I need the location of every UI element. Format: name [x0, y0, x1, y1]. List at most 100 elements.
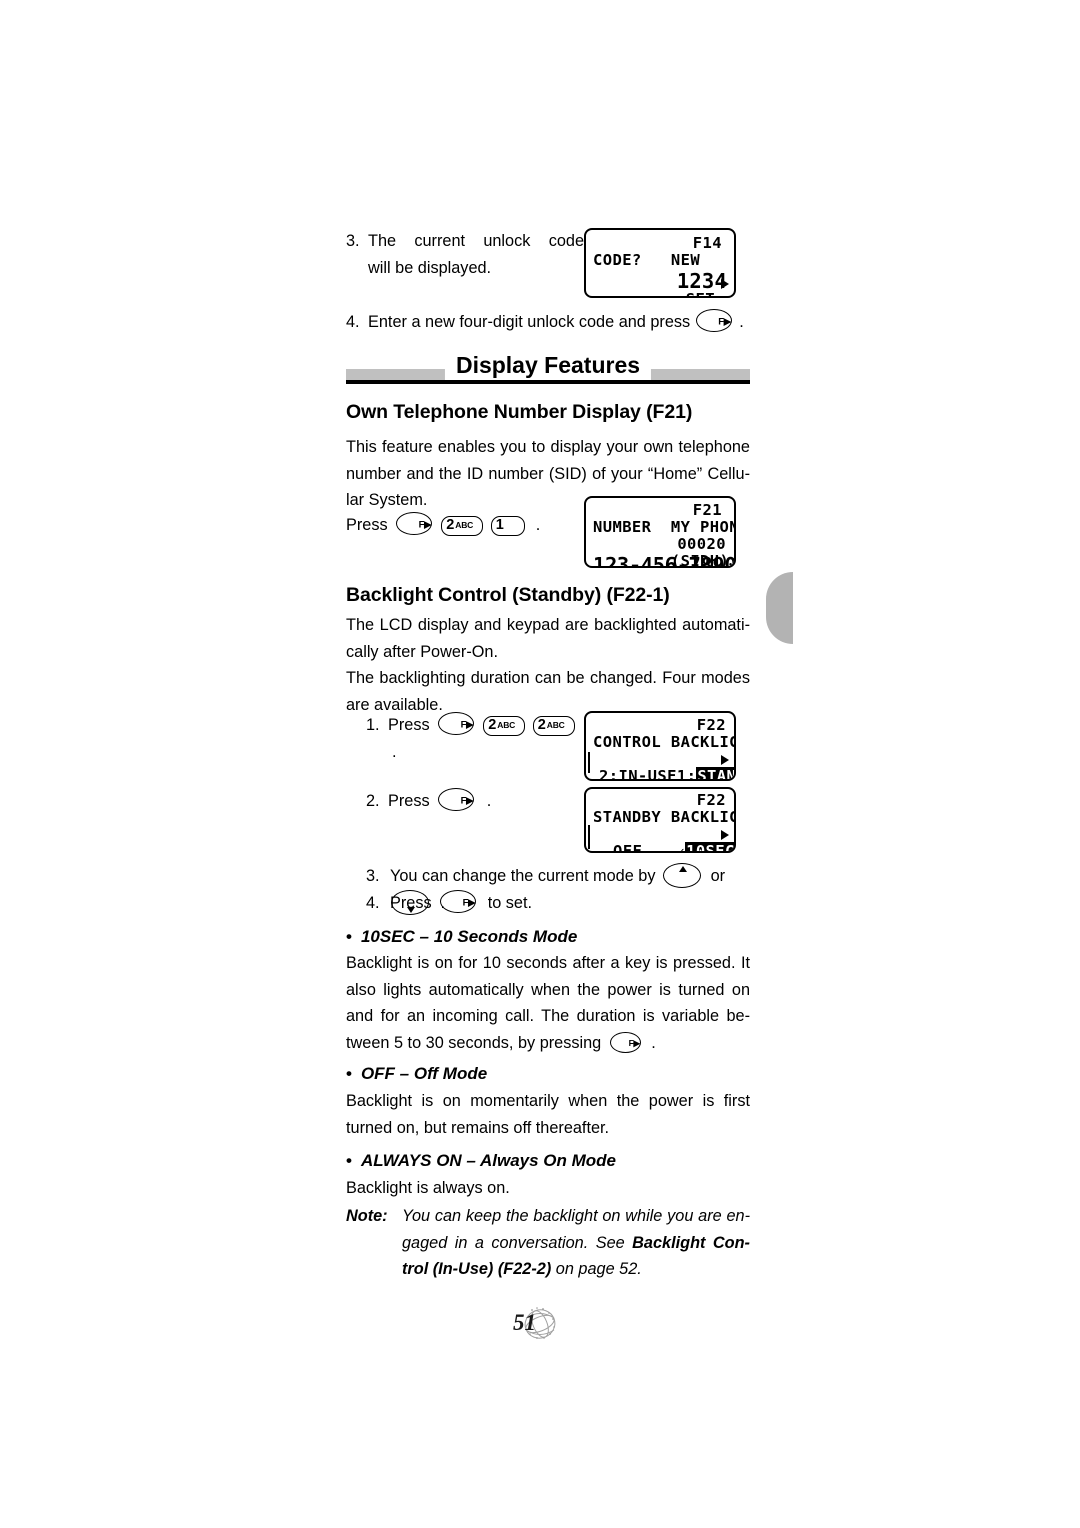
mode-heading-10sec: • 10SEC – 10 Seconds Mode — [346, 926, 577, 948]
backlight-step-4-number: 4. — [366, 894, 380, 912]
mode-10sec-line-2: also lights automatically when the power… — [346, 980, 750, 999]
backlight-step-3-text: You can change the current mode by — [390, 867, 656, 885]
mode-10sec-line-4: tween 5 to 30 seconds, by pressing — [346, 1033, 602, 1052]
lcd-bs-right-arrow-icon — [721, 829, 729, 840]
key-2-letters: ABC — [497, 720, 516, 730]
mode-heading-10sec-label: 10SEC – 10 Seconds Mode — [360, 927, 578, 946]
function-key-label: F▶ — [462, 896, 476, 908]
mode-heading-always-on-label: ALWAYS ON – Always On Mode — [360, 1151, 616, 1170]
step-3-row-2: will be displayed. — [346, 255, 584, 282]
note-block: Note: You can keep the backlight on whil… — [346, 1203, 750, 1283]
mode-off-line-2: turned on, but remains off thereafter. — [346, 1118, 610, 1137]
backlight-p1-line-1: The LCD display and keypad are backlight… — [346, 616, 750, 634]
function-key-label: F▶ — [718, 315, 731, 327]
backlight-step-1-period: . — [392, 742, 397, 761]
lcd-bc-right-arrow-icon — [721, 754, 729, 765]
lcd-my-phone-feature-code: F21 — [692, 501, 722, 519]
key-2-abc[interactable]: 2ABC — [532, 716, 575, 736]
function-key[interactable]: F▶ — [438, 788, 476, 813]
lcd-bc-row-1: BACKLIGHT F22 — [593, 717, 734, 751]
note-row-1: Note: You can keep the backlight on whil… — [346, 1203, 750, 1230]
backlight-step-2-label: Press — [388, 792, 430, 810]
backlight-step-1-label: Press — [388, 716, 430, 734]
key-2-abc[interactable]: 2ABC — [483, 716, 526, 736]
lcd-my-phone-row-2: NUMBER — [593, 518, 652, 536]
step-3-line-2: will be displayed. — [368, 258, 492, 277]
backlight-p2-line-1: The backlighting duration can be changed… — [346, 669, 750, 687]
mode-10sec-line-3: and for an incoming call. The duration i… — [346, 1007, 750, 1025]
mode-always-on-line-1: Backlight is always on. — [346, 1179, 510, 1197]
note-line-3-plain: on page 52. — [551, 1260, 642, 1278]
lcd-my-phone-row-1: MY PHONE F21 — [593, 501, 734, 536]
band-rule — [346, 380, 750, 384]
step-4-block: 4. Enter a new four-digit unlock code an… — [346, 309, 750, 336]
key-1[interactable]: 1 — [490, 516, 525, 536]
new-code-lcd: NEW F14 CODE? 1234 SET — [584, 228, 736, 298]
key-2-letters: ABC — [546, 720, 565, 730]
mode-always-on-paragraph: Backlight is always on. — [346, 1175, 750, 1202]
backlight-step-1-number: 1. — [366, 716, 380, 734]
lcd-bs-row-2: STANDBY — [593, 808, 662, 826]
lcd-bc-row-4: 2:IN-USE — [599, 767, 677, 781]
step-3-number: 3. — [346, 232, 360, 250]
mode-10sec-line-4-row: tween 5 to 30 seconds, by pressing F▶ . — [346, 1030, 750, 1057]
mode-off-line-1: Backlight is on momentarily when the pow… — [346, 1092, 750, 1110]
mode-10sec-paragraph: Backlight is on for 10 seconds after a k… — [346, 950, 750, 1056]
lcd-new-code-feature-code: F14 — [692, 234, 722, 252]
mode-heading-always-on: • ALWAYS ON – Always On Mode — [346, 1150, 616, 1172]
backlight-step-1-row: 1. Press F▶ 2ABC 2ABC . — [366, 712, 586, 765]
lcd-my-phone-number-value: 123-456-7890 — [593, 553, 736, 568]
note-line-1: You can keep the backlight on while you … — [402, 1207, 750, 1225]
function-key[interactable]: F▶ — [396, 512, 434, 537]
note-line-2-bold: Backlight Con- — [632, 1233, 750, 1252]
backlight-step-2-block: 2. Press F▶ . — [366, 788, 586, 815]
lcd-new-code-right-arrow-icon — [721, 279, 729, 289]
lcd-new-code-value: 1234 — [676, 269, 727, 293]
backlight-step-4-label: Press — [390, 894, 432, 912]
function-key[interactable]: F▶ — [438, 712, 476, 737]
lcd-bs-row-3: ✓10SEC — [593, 826, 734, 851]
backlight-step-3-number: 3. — [366, 867, 380, 885]
note-line-2-plain: gaged in a conversation. See — [402, 1233, 633, 1252]
step-3-line-1: The current unlock code — [368, 232, 584, 250]
backlight-heading: Backlight Control (Standby) (F22-1) — [346, 584, 670, 606]
backlight-p1-line-2: cally after Power-On. — [346, 642, 499, 661]
lcd-bs-row-4: OFF — [613, 842, 643, 853]
lcd-bs-row-1: BACKLIGHT F22 — [593, 792, 734, 826]
bullet-icon: • — [346, 1151, 352, 1170]
function-key-label: F▶ — [628, 1037, 640, 1048]
mode-10sec-trailing-period: . — [651, 1033, 656, 1052]
up-arrow-key[interactable] — [663, 863, 703, 889]
step-4-text: Enter a new four-digit unlock code and p… — [368, 313, 691, 331]
lcd-new-code-row-1: NEW F14 — [593, 234, 728, 269]
manual-page: 3. The current unlock code will be displ… — [0, 0, 1080, 1528]
note-line-2: gaged in a conversation. See Backlight C… — [346, 1230, 750, 1257]
section-heading-band: Display Features — [346, 351, 750, 386]
note-line-3-bold: trol (In-Use) (F22-2) — [402, 1260, 552, 1278]
page-number: 51 — [513, 1310, 536, 1335]
backlight-standby-lcd: BACKLIGHT F22 STANDBY ✓10SEC OFF — [584, 787, 736, 853]
function-key[interactable]: F▶ — [440, 890, 478, 915]
step-4-number: 4. — [346, 313, 360, 331]
key-1-digit: 1 — [495, 517, 504, 533]
lcd-new-code-row-2: CODE? — [593, 251, 642, 269]
function-key[interactable]: F▶ — [695, 309, 734, 334]
function-key[interactable]: F▶ — [609, 1031, 642, 1054]
function-key-label: F▶ — [460, 718, 474, 730]
key-2-abc[interactable]: 2ABC — [441, 516, 484, 536]
up-arrow-icon — [679, 865, 688, 872]
own-number-press-period: . — [535, 516, 541, 534]
mode-heading-off-label: OFF – Off Mode — [360, 1064, 488, 1083]
function-key-label: F▶ — [460, 794, 474, 806]
lcd-bc-row-3: 1:STANDBY — [593, 751, 734, 779]
note-line-3: trol (In-Use) (F22-2) on page 52. — [346, 1256, 750, 1283]
key-2-letters: ABC — [455, 520, 474, 530]
backlight-step-2-period: . — [486, 792, 492, 810]
step-4-period: . — [739, 313, 744, 331]
backlight-step-1-block: 1. Press F▶ 2ABC 2ABC . — [366, 712, 586, 765]
note-label: Note: — [346, 1207, 388, 1225]
step-3-row: 3. The current unlock code — [346, 228, 584, 255]
page-footer: 51 — [0, 1303, 1080, 1354]
section-title: Display Features — [444, 351, 652, 380]
mode-heading-off: • OFF – Off Mode — [346, 1063, 487, 1085]
